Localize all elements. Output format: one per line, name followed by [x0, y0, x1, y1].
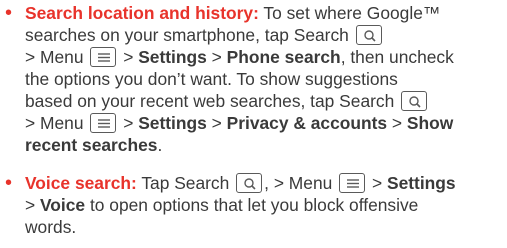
ui-label: Privacy & accounts [226, 113, 388, 133]
text-run: > [206, 113, 227, 133]
text-run: To set where Google™ [258, 3, 441, 23]
text-line: > Menu > Settings > Phone search, then u… [25, 46, 505, 68]
text-run: based on your recent web searches, tap S… [25, 91, 395, 111]
item-heading: Voice search: [25, 173, 137, 193]
text-run: > [123, 47, 139, 67]
text-line: Search location and history: To set wher… [25, 2, 505, 24]
text-run: to open options that let you block offen… [85, 195, 419, 215]
text-run: > [25, 195, 40, 215]
item-heading: Search location and history: [25, 3, 259, 23]
text-run: > [206, 47, 227, 67]
ui-label: recent searches [25, 135, 158, 155]
list-item-content: Voice search: Tap Search , > Menu > Sett… [25, 172, 505, 238]
ui-label: Settings [138, 47, 207, 67]
ui-label: Show [406, 113, 454, 133]
search-icon [401, 91, 428, 111]
text-run: , > Menu [264, 173, 333, 193]
text-run: . [157, 135, 163, 155]
text-line: > Voice to open options that let you blo… [25, 194, 505, 216]
text-line: words. [25, 216, 505, 238]
help-page: • Search location and history: To set wh… [0, 0, 507, 248]
menu-icon [339, 173, 366, 193]
search-icon [355, 25, 382, 45]
text-run: the options you don’t want. To show sugg… [25, 69, 398, 89]
text-run: searches on your smartphone, tap Search [25, 25, 349, 45]
text-run: > Menu [25, 47, 84, 67]
text-run: > [387, 113, 407, 133]
bullet: • [5, 172, 13, 194]
menu-icon [90, 47, 117, 67]
text-line: recent searches. [25, 134, 505, 156]
text-run: > [123, 113, 139, 133]
text-line: > Menu > Settings > Privacy & accounts >… [25, 112, 505, 134]
search-icon [236, 173, 263, 193]
text-line: searches on your smartphone, tap Search [25, 24, 505, 46]
text-run: , then uncheck [340, 47, 454, 67]
ui-label: Settings [387, 173, 456, 193]
ui-label: Voice [40, 195, 86, 215]
menu-icon [90, 113, 117, 133]
text-run: words. [25, 217, 77, 237]
bullet: • [5, 2, 13, 24]
text-run: > [372, 173, 387, 193]
text-run: Tap Search [136, 173, 230, 193]
text-line: Voice search: Tap Search , > Menu > Sett… [25, 172, 505, 194]
text-line: based on your recent web searches, tap S… [25, 90, 505, 112]
ui-label: Settings [138, 113, 207, 133]
list-item-content: Search location and history: To set wher… [25, 2, 505, 156]
text-line: the options you don’t want. To show sugg… [25, 68, 505, 90]
text-run: > Menu [25, 113, 84, 133]
ui-label: Phone search [226, 47, 341, 67]
